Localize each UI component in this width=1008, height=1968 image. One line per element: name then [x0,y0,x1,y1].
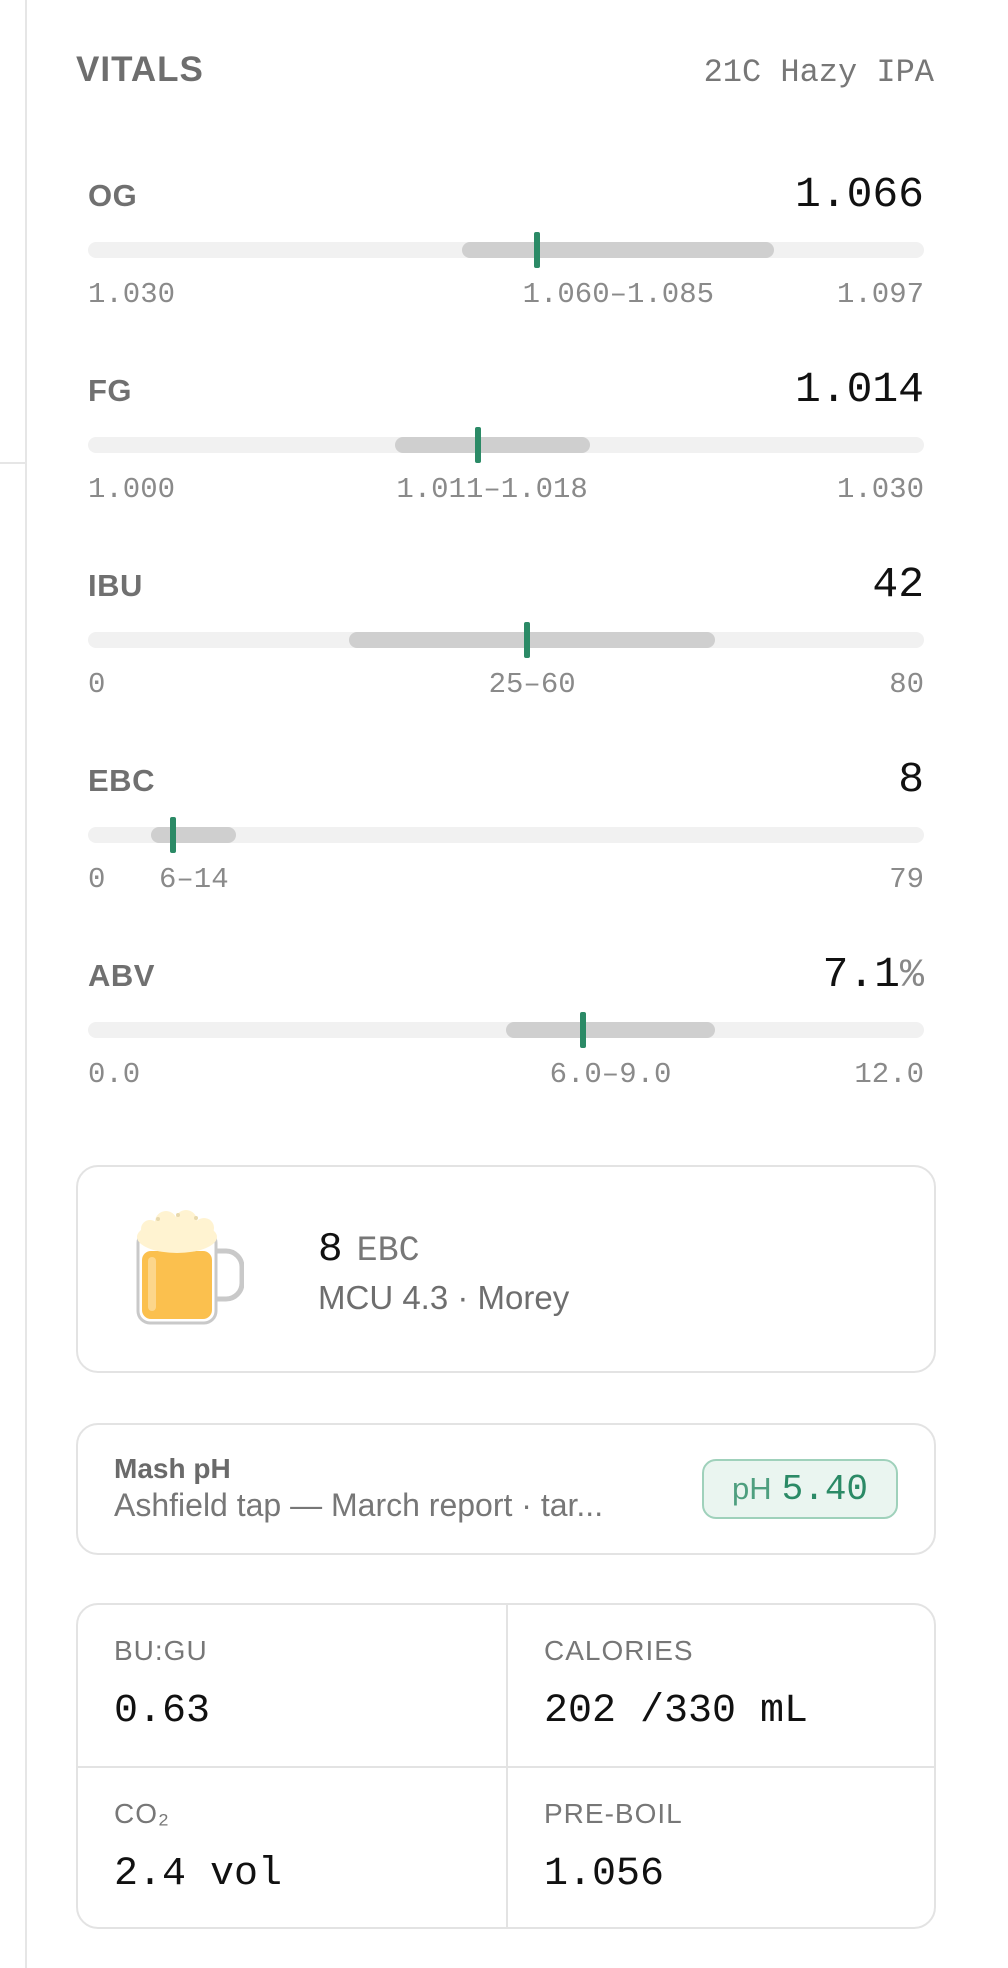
beer-color-card: 8 EBC MCU 4.3 · Morey [76,1165,936,1373]
current-value-marker [534,232,541,268]
vital-label: FG [88,373,133,408]
scale-range: 6.0–9.0 [549,1058,672,1091]
color-value: 8 EBC [318,1227,420,1273]
left-divider [25,0,27,1968]
ph-badge-value: 5.40 [781,1469,869,1510]
current-value-marker [523,622,530,658]
vital-fg: FG 1.014 1.000 1.011–1.018 1.030 [88,335,924,530]
beer-mug-icon [136,1210,244,1325]
vital-value: 42 [872,560,924,609]
vital-label: OG [88,178,138,213]
vital-value: 8 [898,755,924,804]
vital-value-number: 7.1 [822,950,900,999]
panel-header: VITALS 21C Hazy IPA [76,0,934,140]
stat-bu-gu: BU:GU 0.63 [78,1605,506,1766]
range-track [88,1012,924,1048]
stat-value: 202 /330 mL [544,1689,809,1734]
scale-min: 0.0 [88,1058,141,1091]
vital-value-number: 1.014 [794,365,924,414]
vital-og: OG 1.066 1.030 1.060–1.085 1.097 [88,140,924,335]
grid-divider-horizontal [78,1766,934,1768]
stat-value: 0.63 [114,1689,211,1734]
range-track [88,427,924,463]
color-value-number: 8 [318,1227,343,1273]
style-range-bar [349,632,715,648]
stat-label: PRE-BOIL [544,1798,683,1829]
vital-value-number: 42 [872,560,924,609]
stat-label: CO₂ [114,1798,170,1829]
stat-value: 1.056 [544,1852,665,1897]
style-range-bar [506,1022,715,1038]
mash-ph-title: Mash pH [114,1453,231,1484]
scale-max: 79 [889,863,924,896]
vitals-list: OG 1.066 1.030 1.060–1.085 1.097 FG 1.01… [76,140,934,1115]
scale-max: 1.097 [836,278,924,311]
left-divider-tick [0,462,25,464]
range-track [88,817,924,853]
vital-value-number: 8 [898,755,924,804]
vital-label: ABV [88,958,155,993]
scale-min: 1.030 [88,278,176,311]
stat-calories: CALORIES 202 /330 mL [508,1605,934,1766]
color-detail: MCU 4.3 · Morey [318,1279,570,1316]
vital-value: 1.014 [795,365,924,414]
style-range-bar [462,242,775,258]
scale-range: 25–60 [488,668,576,701]
color-value-unit: EBC [356,1231,420,1271]
scale-max: 1.030 [836,473,924,506]
recipe-name: 21C Hazy IPA [703,54,934,91]
scale-min: 1.000 [88,473,176,506]
vital-label: IBU [88,568,143,603]
range-track [88,232,924,268]
vital-value-unit: % [899,954,924,999]
scale-max: 12.0 [854,1058,924,1091]
stats-grid: BU:GU 0.63 CALORIES 202 /330 mL CO₂ 2.4 … [76,1603,936,1929]
panel-title: VITALS [76,50,204,89]
scale-min: 0 [88,668,106,701]
vital-ebc: EBC 8 0 6–14 79 [88,725,924,920]
scale-min: 0 [88,863,106,896]
stat-label: BU:GU [114,1635,208,1666]
stat-pre-boil: PRE-BOIL 1.056 [508,1768,934,1927]
scale-range: 1.011–1.018 [396,473,588,506]
style-range-bar [151,827,237,843]
style-range-bar [394,437,590,453]
current-value-marker [169,817,176,853]
current-value-marker [579,1012,586,1048]
vital-value: 1.066 [795,170,924,219]
vital-ibu: IBU 42 0 25–60 80 [88,530,924,725]
mash-ph-subtitle: Ashfield tap — March report · tar... [114,1487,604,1523]
vital-label: EBC [88,763,155,798]
stat-value: 2.4 vol [114,1852,283,1897]
ph-badge-prefix: pH [731,1471,772,1506]
vital-value: 7.1% [823,950,924,999]
scale-max: 80 [889,668,924,701]
scale-range: 1.060–1.085 [522,278,715,311]
vital-value-number: 1.066 [794,170,924,219]
stat-label: CALORIES [544,1635,694,1666]
current-value-marker [475,427,482,463]
stat-co2: CO₂ 2.4 vol [78,1768,506,1927]
scale-range: 6–14 [159,863,229,896]
vital-abv: ABV 7.1% 0.0 6.0–9.0 12.0 [88,920,924,1115]
mash-ph-card[interactable]: Mash pH Ashfield tap — March report · ta… [76,1423,936,1555]
range-track [88,622,924,658]
ph-badge: pH 5.40 [702,1459,898,1519]
vitals-panel: VITALS 21C Hazy IPA OG 1.066 1.030 1.060… [76,0,936,1929]
